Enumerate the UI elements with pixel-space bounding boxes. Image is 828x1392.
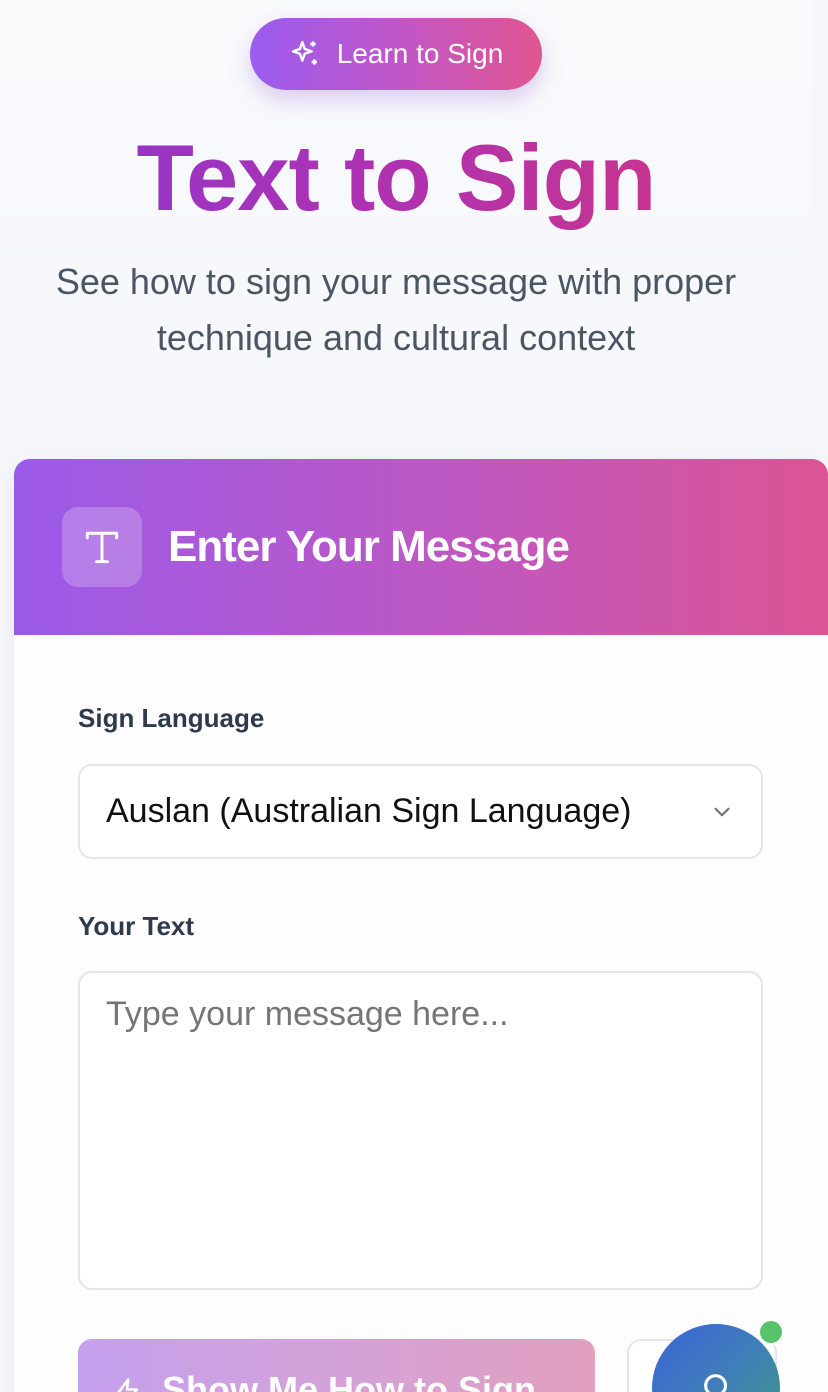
page-title: Text to Sign [0,122,792,234]
card-header: Enter Your Message [14,459,828,635]
search-icon [704,1374,728,1392]
badge-label: Learn to Sign [336,38,504,69]
show-me-how-label: Show Me How to Sign [162,1369,536,1392]
sign-language-value: Auslan (Australian Sign Language) [106,792,632,830]
card-title: Enter Your Message [168,522,570,571]
learn-to-sign-badge[interactable]: Learn to Sign [250,18,542,90]
message-textarea[interactable] [78,971,763,1290]
text-icon [62,507,142,587]
show-me-how-button[interactable]: Show Me How to Sign [78,1339,595,1392]
sign-language-select[interactable]: Auslan (Australian Sign Language) [78,764,763,859]
your-text-label: Your Text [78,911,195,941]
message-card: Enter Your Message Sign Language Auslan … [14,459,828,1392]
chevron-down-icon [714,807,730,816]
zap-icon [117,1378,139,1392]
page-subtitle: See how to sign your message with proper… [55,261,737,358]
page: Learn to Sign Text to Sign See how to si… [0,0,828,1392]
sparkles-icon [291,40,317,65]
sign-language-label: Sign Language [78,703,265,733]
online-status-dot [757,1318,785,1346]
